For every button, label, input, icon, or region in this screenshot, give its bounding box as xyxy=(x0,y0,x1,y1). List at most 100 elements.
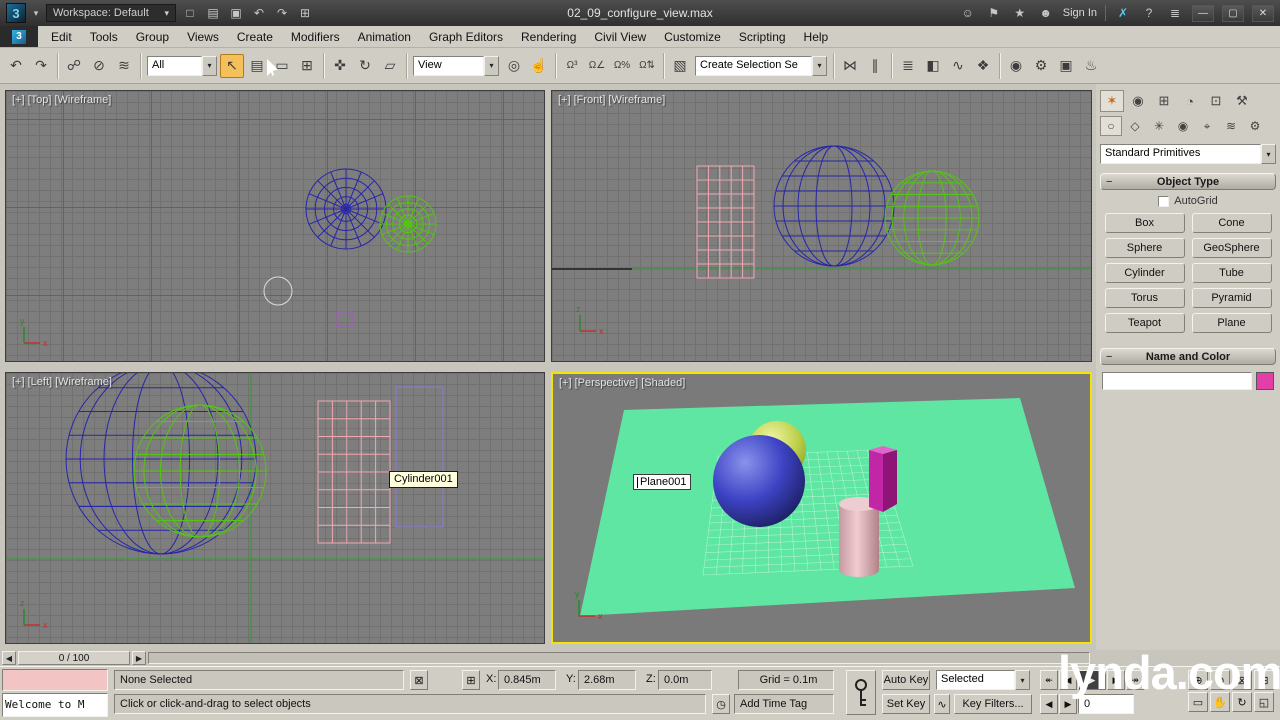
spinner-snap-toggle[interactable]: Ω⇅ xyxy=(635,54,659,78)
menu-group[interactable]: Group xyxy=(127,26,178,47)
tab-motion[interactable]: ◔ xyxy=(1178,90,1202,112)
sign-in-link[interactable]: Sign In xyxy=(1063,7,1097,19)
viewport-front-label[interactable]: [+] [Front] [Wireframe] xyxy=(558,94,665,106)
menu-customize[interactable]: Customize xyxy=(655,26,730,47)
help-icon[interactable]: ? xyxy=(1140,4,1158,22)
track-bar[interactable] xyxy=(148,652,1090,664)
undo-icon[interactable]: ↶ xyxy=(250,4,268,22)
selection-filter-dropdown[interactable]: All ▾ xyxy=(147,55,217,76)
viewport-top[interactable]: xy [+] [Top] [Wireframe] xyxy=(5,90,545,362)
undo-button[interactable]: ↶ xyxy=(4,54,28,78)
object-type-rollout[interactable]: − Object Type xyxy=(1100,173,1276,190)
geosphere-button[interactable]: GeoSphere xyxy=(1191,238,1272,258)
autogrid-checkbox[interactable] xyxy=(1158,195,1170,207)
box-button[interactable]: Box xyxy=(1104,213,1185,233)
ribbon-toggle-button[interactable]: ◧ xyxy=(921,54,945,78)
render-production-button[interactable]: ♨ xyxy=(1079,54,1103,78)
unlink-selection-icon[interactable]: ⊘ xyxy=(87,54,111,78)
restore-button[interactable]: ▢ xyxy=(1222,4,1244,22)
window-crossing-toggle[interactable]: ⊞ xyxy=(295,54,319,78)
select-and-link-icon[interactable]: ☍ xyxy=(62,54,86,78)
torus-button[interactable]: Torus xyxy=(1104,288,1185,308)
absolute-mode-toggle[interactable]: ⊞ xyxy=(462,670,480,690)
selection-lock-toggle[interactable]: ⊠ xyxy=(410,670,428,690)
layer-manager-button[interactable]: ≣ xyxy=(896,54,920,78)
category-spacewarps[interactable]: ≋ xyxy=(1220,116,1242,136)
material-editor-button[interactable]: ◉ xyxy=(1004,54,1028,78)
exchange-x-icon[interactable]: ✗ xyxy=(1114,4,1132,22)
category-helpers[interactable]: ⌖ xyxy=(1196,116,1218,136)
category-lights[interactable]: ✳ xyxy=(1148,116,1170,136)
object-name-input[interactable] xyxy=(1102,372,1252,390)
cylinder-button[interactable]: Cylinder xyxy=(1104,263,1185,283)
go-to-start-button[interactable]: ↞ xyxy=(1040,670,1058,690)
sphere-button[interactable]: Sphere xyxy=(1104,238,1185,258)
open-file-icon[interactable]: ▤ xyxy=(204,4,222,22)
viewport-left[interactable]: xz Cylinder001 [+] [Left] [Wireframe] xyxy=(5,372,545,644)
menu-graph-editors[interactable]: Graph Editors xyxy=(420,26,512,47)
object-color-swatch[interactable] xyxy=(1256,372,1274,390)
set-key-button[interactable]: Set Key xyxy=(882,694,930,714)
menu-icon[interactable]: ≣ xyxy=(1166,4,1184,22)
x-coordinate-field[interactable]: 0.845m xyxy=(498,670,556,690)
select-and-manipulate-button[interactable]: ☝ xyxy=(527,54,551,78)
key-mode-dropdown[interactable]: Selected ▾ xyxy=(936,670,1030,690)
menu-rendering[interactable]: Rendering xyxy=(512,26,585,47)
plane-button[interactable]: Plane xyxy=(1191,313,1272,333)
menu-tools[interactable]: Tools xyxy=(81,26,127,47)
viewport-perspective-label[interactable]: [+] [Perspective] [Shaded] xyxy=(559,377,685,389)
tab-create[interactable]: ✶ xyxy=(1100,90,1124,112)
select-and-move-button[interactable]: ✜ xyxy=(328,54,352,78)
tab-modify[interactable]: ◉ xyxy=(1126,90,1150,112)
select-and-scale-button[interactable]: ▱ xyxy=(378,54,402,78)
viewport-top-label[interactable]: [+] [Top] [Wireframe] xyxy=(12,94,111,106)
render-setup-button[interactable]: ⚙ xyxy=(1029,54,1053,78)
previous-frame-arrow[interactable]: ◀ xyxy=(2,651,16,665)
time-slider-thumb[interactable]: 0 / 100 xyxy=(18,651,130,665)
tab-hierarchy[interactable]: ⊞ xyxy=(1152,90,1176,112)
curve-editor-button[interactable]: ∿ xyxy=(946,54,970,78)
rendered-frame-window-button[interactable]: ▣ xyxy=(1054,54,1078,78)
redo-button[interactable]: ↷ xyxy=(29,54,53,78)
z-coordinate-field[interactable]: 0.0m xyxy=(658,670,712,690)
align-button[interactable]: ∥ xyxy=(863,54,887,78)
auto-key-button[interactable]: Auto Key xyxy=(882,670,930,690)
close-button[interactable]: ✕ xyxy=(1252,4,1274,22)
save-file-icon[interactable]: ▣ xyxy=(227,4,245,22)
app-menu-arrow-icon[interactable]: ▾ xyxy=(31,4,41,22)
maxscript-macro-recorder[interactable] xyxy=(2,669,108,691)
tube-button[interactable]: Tube xyxy=(1191,263,1272,283)
set-key-mode-button[interactable] xyxy=(846,670,876,715)
named-selection-dropdown[interactable]: Create Selection Se ▾ xyxy=(695,55,827,76)
new-file-icon[interactable]: □ xyxy=(181,4,199,22)
angle-snap-toggle[interactable]: Ω∠ xyxy=(585,54,609,78)
primitive-category-dropdown[interactable]: Standard Primitives ▾ xyxy=(1100,144,1276,164)
add-time-tag-field[interactable]: Add Time Tag xyxy=(734,694,834,714)
viewport-left-label[interactable]: [+] [Left] [Wireframe] xyxy=(12,376,112,388)
menu-animation[interactable]: Animation xyxy=(349,26,420,47)
y-coordinate-field[interactable]: 2.68m xyxy=(578,670,636,690)
menu-create[interactable]: Create xyxy=(228,26,282,47)
category-systems[interactable]: ⚙ xyxy=(1244,116,1266,136)
name-color-rollout[interactable]: − Name and Color xyxy=(1100,348,1276,365)
menu-scripting[interactable]: Scripting xyxy=(730,26,795,47)
viewport-perspective[interactable]: xy Plane001 [+] [Perspective] [Shaded] xyxy=(551,372,1092,644)
previous-key-button[interactable]: ◀ xyxy=(1040,694,1058,714)
app-logo-icon[interactable]: 3 xyxy=(6,3,26,23)
viewport-front[interactable]: xz [+] [Front] [Wireframe] xyxy=(551,90,1092,362)
bind-to-spacewarp-icon[interactable]: ≋ xyxy=(112,54,136,78)
menu-civil-view[interactable]: Civil View xyxy=(585,26,655,47)
menu-edit[interactable]: Edit xyxy=(42,26,81,47)
key-filters-button[interactable]: Key Filters... xyxy=(954,694,1032,714)
user-icon[interactable]: ☻ xyxy=(1037,4,1055,22)
community-icon[interactable]: ☺ xyxy=(959,4,977,22)
schematic-view-button[interactable]: ❖ xyxy=(971,54,995,78)
minimize-button[interactable]: — xyxy=(1192,4,1214,22)
tab-display[interactable]: ⊡ xyxy=(1204,90,1228,112)
pyramid-button[interactable]: Pyramid xyxy=(1191,288,1272,308)
workspace-dropdown[interactable]: Workspace: Default ▾ xyxy=(46,4,176,22)
maxscript-listener[interactable]: Welcome to M xyxy=(2,693,108,717)
menu-views[interactable]: Views xyxy=(178,26,228,47)
mirror-button[interactable]: ⋈ xyxy=(838,54,862,78)
select-by-name-button[interactable]: ▤ xyxy=(245,54,269,78)
